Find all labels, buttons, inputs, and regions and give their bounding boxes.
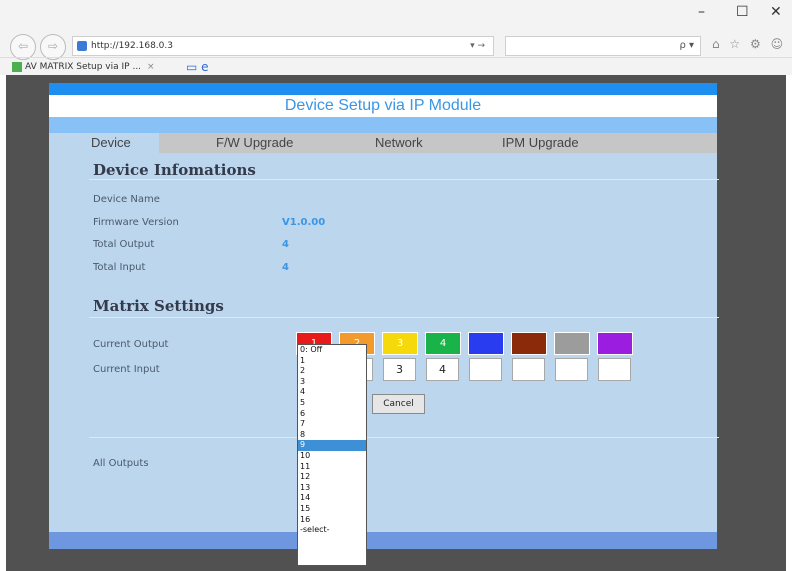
divider bbox=[89, 317, 719, 318]
address-url: http://192.168.0.3 bbox=[91, 41, 173, 51]
dropdown-option[interactable]: 7 bbox=[298, 419, 366, 430]
input-select-8[interactable] bbox=[598, 358, 631, 381]
input-select-dropdown[interactable]: 0: Off 1 2 3 4 5 6 7 8 9 10 11 12 13 14 15 16 -select- bbox=[297, 344, 367, 566]
dropdown-option[interactable]: 9 bbox=[298, 440, 366, 451]
firmware-version-value: V1.0.00 bbox=[282, 217, 326, 228]
dropdown-option[interactable]: 15 bbox=[298, 504, 366, 515]
dropdown-option[interactable]: 16 bbox=[298, 515, 366, 526]
top-strip bbox=[49, 83, 717, 95]
total-output-value: 4 bbox=[282, 239, 289, 250]
input-select-3[interactable]: 3 bbox=[383, 358, 416, 381]
divider bbox=[89, 179, 719, 180]
output-button-7[interactable] bbox=[554, 332, 590, 355]
dropdown-option[interactable]: 12 bbox=[298, 472, 366, 483]
total-output-label: Total Output bbox=[93, 239, 155, 250]
tab-favicon-icon bbox=[12, 61, 22, 72]
tab-network[interactable]: Network bbox=[375, 133, 423, 153]
firmware-version-label: Firmware Version bbox=[93, 217, 179, 228]
browser-tab[interactable]: AV MATRIX Setup via IP ... × bbox=[12, 59, 155, 75]
tab-ipm-upgrade[interactable]: IPM Upgrade bbox=[502, 133, 579, 153]
current-output-label: Current Output bbox=[93, 339, 169, 350]
cancel-button[interactable]: Cancel bbox=[372, 394, 425, 414]
device-name-label: Device Name bbox=[93, 194, 160, 205]
dropdown-option[interactable]: 13 bbox=[298, 483, 366, 494]
dropdown-option[interactable]: 8 bbox=[298, 430, 366, 441]
bottom-strip bbox=[49, 532, 717, 549]
output-button-3[interactable]: 3 bbox=[382, 332, 418, 355]
total-input-value: 4 bbox=[282, 262, 289, 273]
divider bbox=[89, 437, 719, 438]
output-button-6[interactable] bbox=[511, 332, 547, 355]
dropdown-option[interactable]: 14 bbox=[298, 493, 366, 504]
close-button[interactable]: ✕ bbox=[770, 4, 782, 20]
device-info-heading: Device Infomations bbox=[93, 161, 256, 179]
input-select-6[interactable] bbox=[512, 358, 545, 381]
dropdown-option[interactable]: 4 bbox=[298, 387, 366, 398]
tab-title: AV MATRIX Setup via IP ... bbox=[25, 62, 142, 72]
dropdown-option[interactable]: -select- bbox=[298, 525, 366, 536]
search-icon[interactable]: ρ ▾ bbox=[679, 37, 694, 55]
search-box[interactable]: ρ ▾ bbox=[505, 36, 701, 56]
output-button-8[interactable] bbox=[597, 332, 633, 355]
dropdown-option[interactable]: 2 bbox=[298, 366, 366, 377]
new-tab-icon[interactable]: ▭ e bbox=[186, 60, 209, 74]
dropdown-option[interactable]: 3 bbox=[298, 377, 366, 388]
maximize-button[interactable]: ☐ bbox=[736, 4, 749, 20]
device-setup-page: Device Setup via IP Module Device F/W Up… bbox=[49, 83, 719, 549]
dropdown-option[interactable]: 1 bbox=[298, 356, 366, 367]
nav-tabs: Device F/W Upgrade Network IPM Upgrade bbox=[49, 133, 717, 153]
address-bar[interactable]: http://192.168.0.3 ▾ → bbox=[72, 36, 494, 56]
toolbar-icons[interactable]: ⌂ ☆ ⚙ ☺ bbox=[712, 37, 786, 51]
output-button-5[interactable] bbox=[468, 332, 504, 355]
browser-chrome: – ☐ ✕ ⇦ ⇨ http://192.168.0.3 ▾ → ρ ▾ ⌂ ☆… bbox=[0, 0, 792, 75]
dropdown-option[interactable]: 0: Off bbox=[298, 345, 366, 356]
input-select-4[interactable]: 4 bbox=[426, 358, 459, 381]
minimize-button[interactable]: – bbox=[698, 4, 705, 20]
tab-close-icon[interactable]: × bbox=[147, 62, 155, 72]
dropdown-option[interactable]: 6 bbox=[298, 409, 366, 420]
current-input-label: Current Input bbox=[93, 364, 160, 375]
dropdown-option[interactable]: 10 bbox=[298, 451, 366, 462]
go-icon[interactable]: ▾ → bbox=[470, 37, 485, 55]
dropdown-option[interactable]: 11 bbox=[298, 462, 366, 473]
all-outputs-label: All Outputs bbox=[93, 458, 149, 469]
matrix-settings-heading: Matrix Settings bbox=[93, 297, 224, 315]
input-select-5[interactable] bbox=[469, 358, 502, 381]
tab-device[interactable]: Device bbox=[91, 133, 131, 153]
tab-fw-upgrade[interactable]: F/W Upgrade bbox=[216, 133, 293, 153]
input-select-7[interactable] bbox=[555, 358, 588, 381]
output-button-4[interactable]: 4 bbox=[425, 332, 461, 355]
dropdown-option[interactable]: 5 bbox=[298, 398, 366, 409]
header-strip bbox=[49, 117, 717, 133]
total-input-label: Total Input bbox=[93, 262, 146, 273]
tab-bar: AV MATRIX Setup via IP ... × bbox=[0, 57, 792, 76]
page-title: Device Setup via IP Module bbox=[49, 95, 717, 117]
ie-page-icon bbox=[77, 40, 87, 51]
